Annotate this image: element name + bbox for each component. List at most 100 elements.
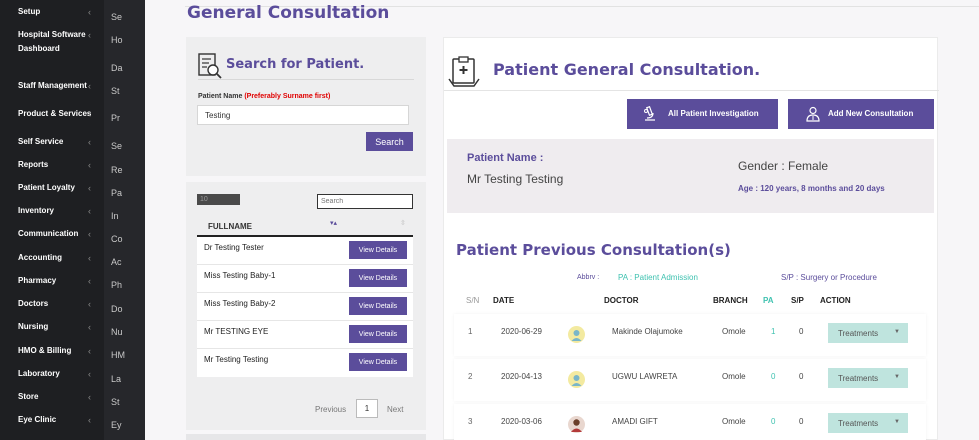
chevron-left-icon: ‹	[88, 299, 91, 309]
treatments-dropdown[interactable]: Treatments ▼	[828, 323, 908, 343]
sidebar-abbr[interactable]: Co	[111, 234, 123, 244]
row-sn: 1	[468, 327, 473, 336]
table-row: Miss Testing Baby-1 View Details	[197, 265, 413, 293]
patient-gender: Gender : Female	[738, 159, 829, 173]
sidebar-item-label: Staff Management	[18, 81, 87, 90]
view-details-button[interactable]: View Details	[349, 297, 407, 315]
sidebar-abbr[interactable]: Pr	[111, 113, 120, 123]
page-length-select[interactable]: 10	[197, 194, 240, 205]
chevron-left-icon: ‹	[88, 346, 91, 356]
row-doctor: Makinde Olajumoke	[612, 327, 683, 336]
header-doctor: DOCTOR	[604, 296, 639, 305]
treatments-label: Treatments	[838, 328, 879, 338]
sidebar-item-label: Nursing	[18, 322, 49, 331]
sidebar-item-label: Doctors	[18, 299, 49, 308]
column-header-fullname[interactable]: FULLNAME	[208, 222, 252, 231]
patient-fullname: Miss Testing Baby-1	[204, 271, 276, 280]
sidebar-abbr[interactable]: Ho	[111, 35, 123, 45]
row-pa: 0	[771, 372, 776, 381]
pa-legend: PA : Patient Admission	[618, 273, 698, 282]
patient-info-box: Patient Name : Mr Testing Testing Gender…	[447, 139, 934, 213]
sidebar-abbr[interactable]: Se	[111, 12, 122, 22]
consultation-title: Patient General Consultation.	[493, 60, 761, 79]
row-date: 2020-03-06	[501, 417, 542, 426]
chevron-left-icon: ‹	[88, 137, 91, 147]
sidebar-abbr[interactable]: St	[111, 86, 120, 96]
doctor-add-icon	[805, 106, 821, 124]
treatments-label: Treatments	[838, 418, 879, 428]
chevron-left-icon: ‹	[88, 276, 91, 286]
sidebar-item-label: Self Service	[18, 137, 64, 146]
chevron-left-icon: ‹	[88, 109, 91, 119]
patient-table-body: Dr Testing Tester View Details Miss Test…	[197, 237, 413, 377]
chevron-left-icon: ‹	[88, 322, 91, 332]
sidebar-item-label: Reports	[18, 160, 49, 169]
table-row: 3 2020-03-06 AMADI GIFT Omole 0 0 Treatm…	[454, 404, 926, 440]
treatments-dropdown[interactable]: Treatments ▼	[828, 413, 908, 433]
avatar-icon	[568, 371, 585, 388]
row-branch: Omole	[722, 372, 746, 381]
caret-down-icon: ▼	[894, 329, 900, 335]
patient-name-label: Patient Name :	[467, 152, 544, 164]
sort-icon[interactable]: ⇳	[400, 219, 406, 227]
sidebar-abbr[interactable]: Da	[111, 63, 123, 73]
table-search-input[interactable]	[317, 194, 413, 209]
sidebar: Setup ‹ Se Hospital Software Dashboard ‹…	[0, 0, 145, 440]
pagination-current-page[interactable]: 1	[356, 399, 378, 418]
divider	[444, 90, 939, 91]
sidebar-abbr[interactable]: Ac	[111, 257, 122, 267]
avatar-icon	[568, 326, 585, 343]
sidebar-abbr[interactable]: HM	[111, 350, 125, 360]
microscope-icon	[642, 105, 658, 124]
treatments-dropdown[interactable]: Treatments ▼	[828, 368, 908, 388]
sidebar-abbr[interactable]: Ph	[111, 280, 122, 290]
row-doctor: AMADI GIFT	[612, 417, 658, 426]
patient-age: Age : 120 years, 8 months and 20 days	[738, 184, 885, 193]
row-branch: Omole	[722, 417, 746, 426]
search-document-icon	[197, 52, 223, 85]
header-branch: BRANCH	[713, 296, 748, 305]
sidebar-item-label: Communication	[18, 229, 79, 238]
sidebar-abbr[interactable]: Nu	[111, 327, 123, 337]
chevron-left-icon: ‹	[88, 30, 91, 40]
sidebar-item-label: HMO & Billing	[18, 346, 72, 355]
sidebar-abbr[interactable]: Pa	[111, 188, 122, 198]
sidebar-abbr[interactable]: Do	[111, 304, 123, 314]
row-sp: 0	[799, 327, 804, 336]
search-button[interactable]: Search	[366, 132, 413, 151]
view-details-button[interactable]: View Details	[349, 269, 407, 287]
table-row: Mr TESTING EYE View Details	[197, 321, 413, 349]
view-details-button[interactable]: View Details	[349, 325, 407, 343]
table-row: Dr Testing Tester View Details	[197, 237, 413, 265]
sidebar-abbr[interactable]: St	[111, 397, 120, 407]
table-row: 1 2020-06-29 Makinde Olajumoke Omole 1 0…	[454, 314, 926, 356]
chevron-left-icon: ‹	[88, 160, 91, 170]
chevron-left-icon: ‹	[88, 392, 91, 402]
sort-asc-icon[interactable]: ▾▴	[330, 219, 337, 227]
divider	[198, 79, 414, 80]
avatar-icon	[568, 416, 585, 433]
sidebar-abbr[interactable]: Ey	[111, 420, 122, 430]
patient-name-label: Patient Name (Preferably Surname first)	[198, 93, 330, 100]
required-hint: (Preferably Surname first)	[244, 93, 331, 100]
consultation-panel: Patient General Consultation. All Patien…	[443, 37, 939, 440]
medical-clipboard-icon	[447, 55, 481, 94]
add-new-consultation-button[interactable]: Add New Consultation	[788, 99, 934, 129]
sidebar-abbr[interactable]: Se	[111, 141, 122, 151]
button-label: Add New Consultation	[828, 109, 914, 118]
sidebar-item-label: Store	[18, 392, 39, 401]
sidebar-abbr[interactable]: La	[111, 374, 121, 384]
header-date: DATE	[493, 296, 515, 305]
all-patient-investigation-button[interactable]: All Patient Investigation	[627, 99, 778, 129]
view-details-button[interactable]: View Details	[349, 241, 407, 259]
sidebar-item-label: Laboratory	[18, 369, 60, 378]
view-details-button[interactable]: View Details	[349, 353, 407, 371]
sidebar-abbr[interactable]: Re	[111, 165, 123, 175]
pagination-next[interactable]: Next	[387, 405, 403, 414]
sidebar-abbr[interactable]: In	[111, 211, 119, 221]
row-date: 2020-06-29	[501, 327, 542, 336]
patient-name-input[interactable]	[197, 105, 409, 125]
sidebar-item-label: Eye Clinic	[18, 415, 57, 424]
row-sp: 0	[799, 372, 804, 381]
pagination-previous[interactable]: Previous	[315, 405, 346, 414]
